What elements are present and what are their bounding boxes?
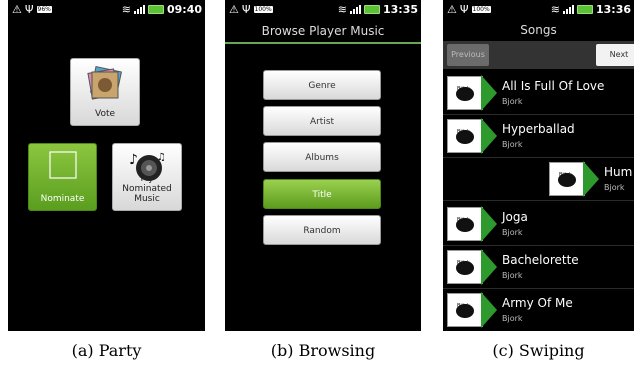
browse-screen: ⚠ Ψ 100% ≋ 13:35 Browse Player Music Gen… bbox=[225, 0, 421, 331]
previous-button[interactable]: Previous bbox=[447, 44, 489, 66]
svg-text:Björk: Björk bbox=[457, 86, 470, 92]
song-title: Hyperballad bbox=[502, 122, 575, 136]
song-row[interactable]: Björk Hyperballad Bjork bbox=[443, 115, 634, 158]
caption-swiping: (c) Swiping bbox=[492, 341, 585, 360]
song-artist: Bjork bbox=[502, 140, 523, 149]
svg-text:♪: ♪ bbox=[129, 152, 138, 168]
album-art-icon: Björk bbox=[447, 119, 483, 153]
wifi-icon: ≋ bbox=[121, 3, 131, 16]
song-artist: Bjork bbox=[502, 314, 523, 323]
random-button[interactable]: Random bbox=[263, 215, 381, 245]
vote-label: Vote bbox=[94, 109, 116, 119]
album-art-icon: Björk bbox=[549, 162, 585, 196]
status-bar: ⚠ Ψ 100% ≋ 13:35 bbox=[225, 0, 421, 20]
usb-icon: Ψ bbox=[241, 3, 251, 16]
battery-icon bbox=[147, 5, 164, 14]
svg-text:Björk: Björk bbox=[457, 129, 470, 135]
page-title: Browse Player Music bbox=[225, 20, 421, 44]
battery-icon bbox=[363, 5, 380, 14]
artist-button[interactable]: Artist bbox=[263, 106, 381, 136]
nominate-button[interactable]: Nominate bbox=[28, 143, 97, 211]
usb-icon: Ψ bbox=[459, 3, 469, 16]
caption-party: (a) Party bbox=[71, 341, 142, 360]
album-art-icon: Björk bbox=[447, 207, 483, 241]
alert-icon: ⚠ bbox=[447, 3, 457, 16]
svg-text:♫: ♫ bbox=[157, 152, 166, 163]
songs-screen: ⚠ Ψ 100% ≋ 13:36 Songs Previous Next Bjö… bbox=[443, 0, 634, 331]
vote-button[interactable]: Vote bbox=[70, 58, 140, 126]
song-artist: Bjork bbox=[502, 97, 523, 106]
party-screen: ⚠ Ψ 96% ≋ 09:40 Vote Nominate ♪ ♫ Nomina… bbox=[8, 0, 205, 331]
usb-icon: Ψ bbox=[24, 3, 34, 16]
status-time: 13:35 bbox=[382, 3, 418, 16]
song-row[interactable]: Björk Joga Bjork bbox=[443, 203, 634, 246]
song-artist: Bjork bbox=[604, 183, 625, 192]
album-art-icon: Björk bbox=[447, 76, 483, 110]
battery-percent: 96% bbox=[36, 6, 52, 13]
alert-icon: ⚠ bbox=[229, 3, 239, 16]
wifi-icon: ≋ bbox=[337, 3, 347, 16]
song-artist: Bjork bbox=[502, 228, 523, 237]
swipe-arrow-icon bbox=[583, 161, 599, 197]
swipe-arrow-icon bbox=[481, 118, 497, 154]
svg-text:Björk: Björk bbox=[457, 260, 470, 266]
song-title: Bachelorette bbox=[502, 253, 579, 267]
my-nominated-music-button[interactable]: ♪ ♫ My Nominated Music bbox=[112, 143, 182, 211]
genre-button[interactable]: Genre bbox=[263, 70, 381, 100]
album-stack-icon bbox=[87, 65, 123, 100]
empty-square-icon bbox=[48, 151, 77, 179]
alert-icon: ⚠ bbox=[12, 3, 22, 16]
page-title: Songs bbox=[520, 23, 557, 37]
signal-icon bbox=[562, 5, 574, 14]
swipe-arrow-icon bbox=[481, 249, 497, 285]
svg-text:Björk: Björk bbox=[559, 172, 572, 178]
song-title: All Is Full Of Love bbox=[502, 79, 605, 93]
pager-bar: Previous Next bbox=[443, 41, 634, 69]
signal-icon bbox=[349, 5, 361, 14]
song-row[interactable]: Björk All Is Full Of Love Bjork bbox=[443, 72, 634, 115]
status-bar: ⚠ Ψ 96% ≋ 09:40 bbox=[8, 0, 205, 20]
album-art-icon: Björk bbox=[447, 250, 483, 284]
albums-button[interactable]: Albums bbox=[263, 142, 381, 172]
song-row[interactable]: Björk Bachelorette Bjork bbox=[443, 246, 634, 289]
svg-text:Björk: Björk bbox=[457, 303, 470, 309]
status-bar: ⚠ Ψ 100% ≋ 13:36 bbox=[443, 0, 634, 20]
album-art-icon: Björk bbox=[447, 293, 483, 327]
battery-icon bbox=[576, 5, 593, 14]
song-row[interactable]: Björk Hum Bjork bbox=[443, 158, 634, 201]
song-title: Army Of Me bbox=[502, 296, 573, 310]
caption-browsing: (b) Browsing bbox=[270, 341, 376, 360]
battery-percent: 100% bbox=[253, 6, 273, 13]
title-button[interactable]: Title bbox=[263, 179, 381, 209]
svg-text:Björk: Björk bbox=[457, 217, 470, 223]
battery-percent: 100% bbox=[471, 6, 491, 13]
next-button[interactable]: Next bbox=[596, 44, 634, 66]
song-row[interactable]: Björk Army Of Me Bjork bbox=[443, 289, 634, 331]
swipe-arrow-icon bbox=[481, 292, 497, 328]
song-title: Hum bbox=[604, 165, 633, 179]
speaker-music-icon: ♪ ♫ bbox=[129, 152, 166, 181]
song-title: Joga bbox=[502, 210, 528, 224]
status-time: 13:36 bbox=[595, 3, 631, 16]
wifi-icon: ≋ bbox=[550, 3, 560, 16]
nominate-label: Nominate bbox=[40, 194, 85, 204]
swipe-arrow-icon bbox=[481, 75, 497, 111]
signal-icon bbox=[133, 5, 145, 14]
song-artist: Bjork bbox=[502, 271, 523, 280]
swipe-arrow-icon bbox=[481, 206, 497, 242]
status-time: 09:40 bbox=[166, 3, 202, 16]
